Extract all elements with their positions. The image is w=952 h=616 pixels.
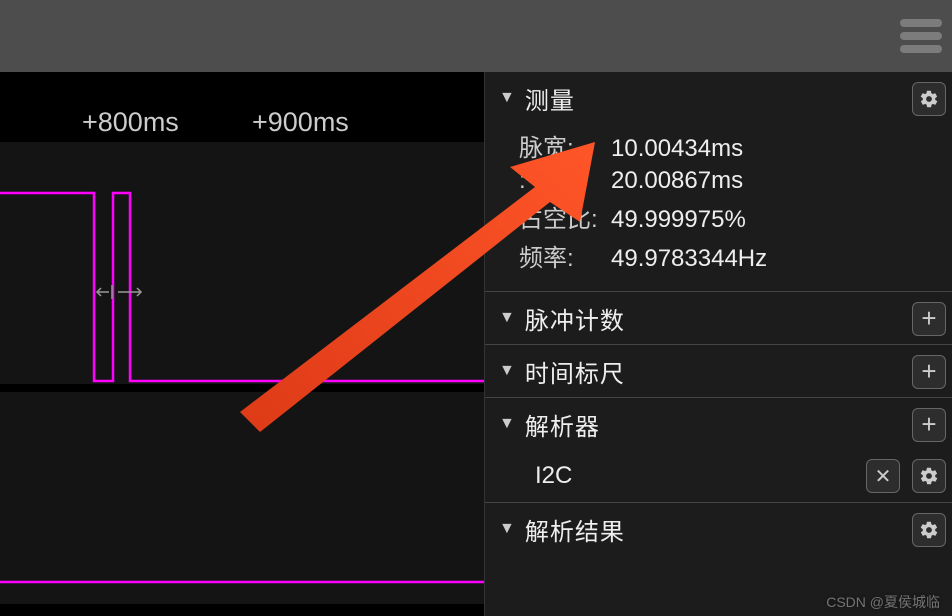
section-title: 解析器 — [525, 407, 600, 442]
measurement-value: 10.00434ms — [611, 135, 743, 163]
section-title: 时间标尺 — [525, 354, 625, 389]
measurement-row: 频率: 49.9783344Hz — [519, 238, 952, 273]
section-header-results[interactable]: ▼ 解析结果 — [499, 503, 952, 555]
section-title: 脉冲计数 — [525, 301, 625, 336]
settings-button[interactable] — [912, 82, 946, 116]
measurement-value: 49.9783344Hz — [611, 245, 767, 273]
gear-icon — [919, 466, 939, 486]
measurement-value: 20.00867ms — [611, 167, 743, 195]
waveform-view[interactable]: +800ms +900ms — [0, 72, 484, 616]
chevron-down-icon: ▼ — [499, 415, 515, 433]
analyzer-name: I2C — [535, 462, 572, 490]
analyzer-item[interactable]: I2C ✕ — [499, 450, 952, 502]
channel-0-strip — [0, 142, 484, 384]
measurement-row: 脉宽: 10.00434ms — [519, 128, 952, 163]
measurement-row: : 20.00867ms — [519, 167, 952, 195]
section-title: 解析结果 — [525, 512, 625, 547]
chevron-down-icon: ▼ — [499, 89, 515, 107]
top-toolbar — [0, 0, 952, 72]
channel-1-strip — [0, 392, 484, 604]
cursor-markers — [0, 142, 484, 384]
channel-1-signal — [0, 392, 484, 604]
close-icon: ✕ — [875, 464, 892, 489]
analyzer-settings-button[interactable] — [912, 459, 946, 493]
measurement-label: : — [519, 167, 611, 195]
side-panel: ▼ 测量 脉宽: 10.00434ms : 20.00867ms 占空比: 49… — [484, 72, 952, 616]
section-results: ▼ 解析结果 — [485, 503, 952, 555]
measurement-row: 占空比: 49.999975% — [519, 199, 952, 234]
chevron-down-icon: ▼ — [499, 309, 515, 327]
gear-icon — [919, 520, 939, 540]
menu-button[interactable] — [900, 14, 942, 58]
plus-icon: + — [921, 356, 936, 387]
settings-button[interactable] — [912, 513, 946, 547]
section-header-time-ruler[interactable]: ▼ 时间标尺 + — [499, 345, 952, 397]
add-button[interactable]: + — [912, 302, 946, 336]
section-time-ruler: ▼ 时间标尺 + — [485, 345, 952, 398]
section-header-measurements[interactable]: ▼ 测量 — [499, 72, 952, 124]
measurement-label: 脉宽: — [519, 128, 611, 163]
chevron-down-icon: ▼ — [499, 362, 515, 380]
measurement-value: 49.999975% — [611, 206, 746, 234]
chevron-down-icon: ▼ — [499, 520, 515, 538]
measurement-label: 频率: — [519, 238, 611, 273]
time-tick-label: +900ms — [252, 107, 349, 138]
time-tick-label: +800ms — [82, 107, 179, 138]
section-analyzers: ▼ 解析器 + I2C ✕ — [485, 398, 952, 503]
section-title: 测量 — [525, 81, 575, 116]
section-pulse-count: ▼ 脉冲计数 + — [485, 292, 952, 345]
plus-icon: + — [921, 409, 936, 440]
section-header-analyzers[interactable]: ▼ 解析器 + — [499, 398, 952, 450]
measurement-list: 脉宽: 10.00434ms : 20.00867ms 占空比: 49.9999… — [499, 128, 952, 291]
measurement-label: 占空比: — [519, 199, 611, 234]
add-button[interactable]: + — [912, 408, 946, 442]
add-button[interactable]: + — [912, 355, 946, 389]
section-measurements: ▼ 测量 脉宽: 10.00434ms : 20.00867ms 占空比: 49… — [485, 72, 952, 292]
analyzer-remove-button[interactable]: ✕ — [866, 459, 900, 493]
section-header-pulse-count[interactable]: ▼ 脉冲计数 + — [499, 292, 952, 344]
plus-icon: + — [921, 303, 936, 334]
gear-icon — [919, 89, 939, 109]
